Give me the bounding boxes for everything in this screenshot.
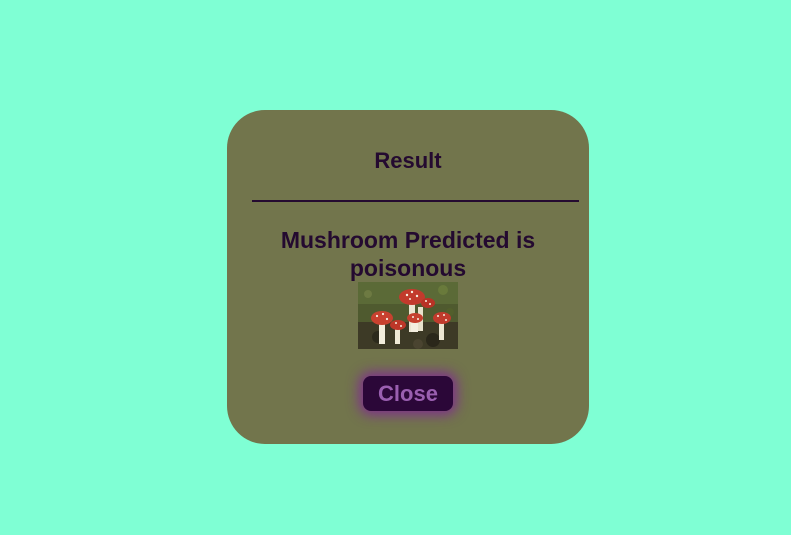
modal-title: Result <box>374 148 442 173</box>
prediction-message: Mushroom Predicted is poisonous <box>280 227 536 281</box>
title-divider <box>252 200 579 202</box>
close-button[interactable]: Close <box>363 376 453 411</box>
mushroom-image <box>358 282 458 349</box>
result-modal: Result Mushroom Predicted is poisonous C… <box>227 110 589 444</box>
